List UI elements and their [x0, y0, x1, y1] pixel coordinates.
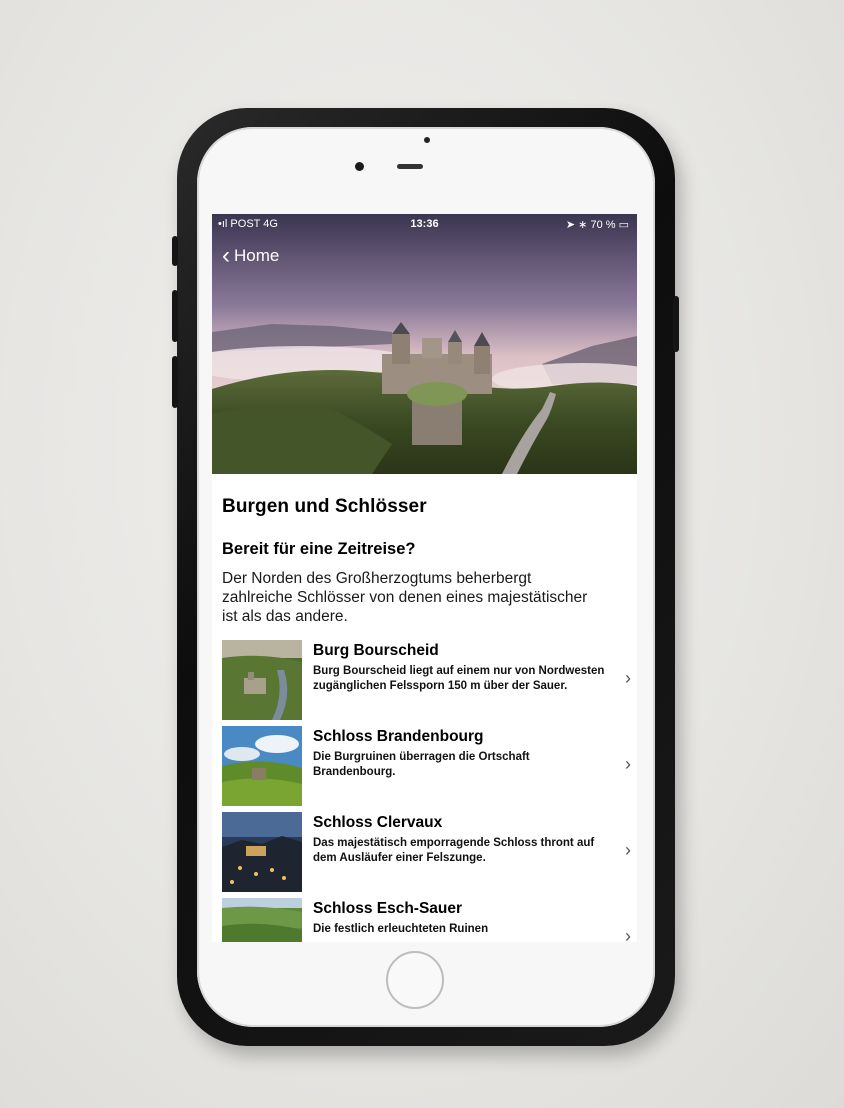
battery-icon: ▭ [618, 219, 629, 231]
chevron-right-icon: › [625, 840, 631, 860]
item-title: Burg Bourscheid [313, 642, 439, 659]
chevron-left-icon: ‹ [222, 242, 230, 269]
hero-image: •ıl POST 4G 13:36 ➤ ∗ 70 % ▭ ‹ Home [212, 214, 637, 474]
chevron-right-icon: › [625, 754, 631, 774]
battery-percentage: 70 % [590, 219, 616, 231]
page-title: Burgen und Schlösser [222, 496, 427, 517]
location-icon: ➤ [565, 219, 576, 231]
mute-switch [172, 236, 178, 266]
back-button[interactable]: ‹ Home [222, 244, 279, 268]
bluetooth-icon: ∗ [578, 219, 588, 231]
earpiece-speaker [397, 164, 423, 169]
item-title: Schloss Brandenbourg [313, 728, 484, 745]
home-button[interactable] [386, 951, 444, 1009]
item-description: Die Burgruinen überragen die Ortschaft B… [313, 751, 530, 778]
status-right-group: ➤ ∗ 70 % ▭ [566, 218, 629, 231]
page-subtitle: Bereit für eine Zeitreise? [222, 540, 416, 558]
clervaux-thumbnail [222, 812, 302, 892]
intro-text: Der Norden des Großherzogtums beherbergt… [222, 570, 588, 625]
list-item[interactable]: Schloss Brandenbourg Die Burgruinen über… [222, 726, 637, 812]
proximity-sensor [424, 137, 430, 143]
status-bar: •ıl POST 4G 13:36 ➤ ∗ 70 % ▭ [212, 214, 637, 236]
app-screen: •ıl POST 4G 13:36 ➤ ∗ 70 % ▭ ‹ Home Burg… [212, 214, 637, 942]
castle-list: Burg Bourscheid Burg Bourscheid liegt au… [222, 640, 637, 942]
volume-down-button [172, 356, 178, 408]
item-title: Schloss Esch-Sauer [313, 900, 463, 917]
front-camera [355, 162, 364, 171]
item-description: Burg Bourscheid liegt auf einem nur von … [313, 665, 605, 692]
list-item[interactable]: Schloss Clervaux Das majestätisch emporr… [222, 812, 637, 898]
list-item[interactable]: Burg Bourscheid Burg Bourscheid liegt au… [222, 640, 637, 726]
brandenbourg-thumbnail [222, 726, 302, 806]
back-label: Home [234, 246, 280, 265]
item-description: Die festlich erleuchteten Ruinen [313, 923, 489, 935]
item-description: Das majestätisch emporragende Schloss th… [313, 837, 595, 864]
bourscheid-thumbnail [222, 640, 302, 720]
chevron-right-icon: › [625, 668, 631, 688]
chevron-right-icon: › [625, 926, 631, 942]
power-button [673, 296, 679, 352]
esch-sauer-thumbnail [222, 898, 302, 942]
volume-up-button [172, 290, 178, 342]
list-item[interactable]: Schloss Esch-Sauer Die festlich erleucht… [222, 898, 637, 942]
item-title: Schloss Clervaux [313, 814, 443, 831]
